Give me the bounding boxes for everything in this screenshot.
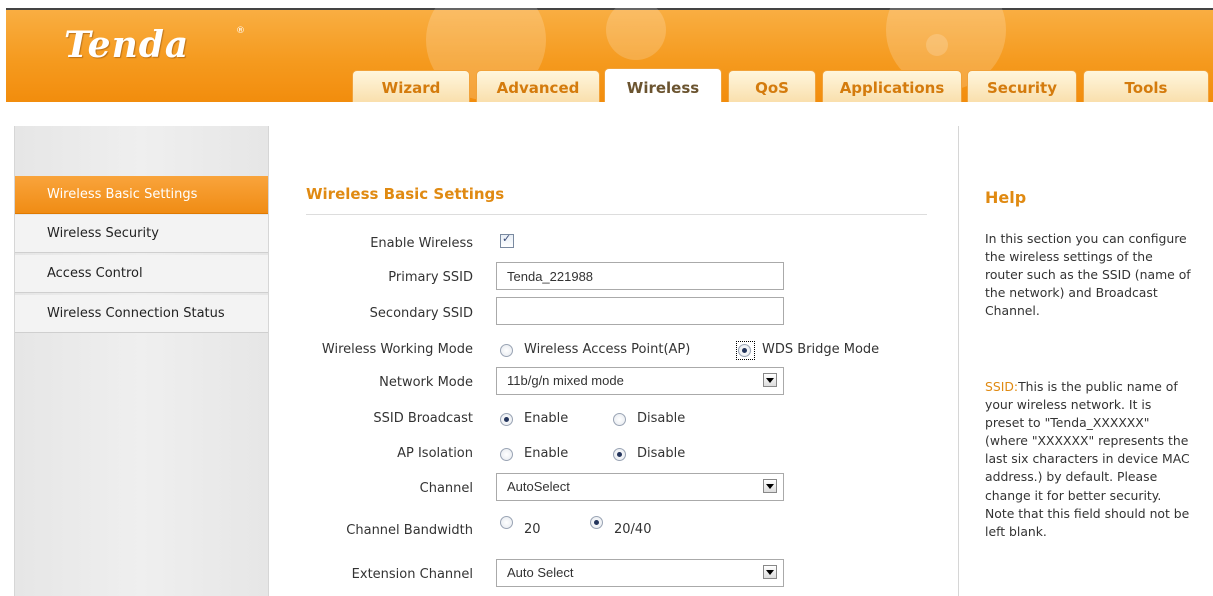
ssid-broadcast-label: SSID Broadcast	[373, 411, 473, 426]
channel-bandwidth-label: Channel Bandwidth	[346, 523, 473, 538]
tab-wizard[interactable]: Wizard	[352, 70, 470, 104]
working-mode-wds-radio[interactable]	[738, 344, 751, 357]
sidebar: Wireless Basic Settings Wireless Securit…	[14, 126, 269, 596]
network-mode-select[interactable]: 11b/g/n mixed mode	[496, 367, 784, 395]
help-ssid-key: SSID:	[985, 379, 1019, 394]
tab-tools[interactable]: Tools	[1083, 70, 1209, 104]
extension-channel-label: Extension Channel	[351, 567, 473, 582]
ap-isolation-disable-label[interactable]: Disable	[637, 446, 685, 461]
ssid-broadcast-enable-label[interactable]: Enable	[524, 411, 568, 426]
network-mode-label: Network Mode	[379, 375, 473, 390]
ssid-broadcast-disable-radio[interactable]	[613, 413, 626, 426]
network-mode-value: 11b/g/n mixed mode	[507, 373, 624, 388]
extension-channel-value: Auto Select	[507, 565, 574, 580]
working-mode-ap-radio[interactable]	[500, 344, 513, 357]
ssid-broadcast-disable-label[interactable]: Disable	[637, 411, 685, 426]
header-decoration	[926, 34, 948, 56]
channel-select[interactable]: AutoSelect	[496, 473, 784, 501]
tab-advanced[interactable]: Advanced	[476, 70, 600, 104]
ap-isolation-label: AP Isolation	[397, 446, 473, 461]
chevron-down-icon[interactable]	[763, 373, 777, 387]
enable-wireless-checkbox[interactable]	[500, 232, 514, 248]
bandwidth-20-label[interactable]: 20	[524, 522, 541, 537]
help-ssid-text: SSID:This is the public name of your wir…	[985, 378, 1191, 541]
working-mode-label: Wireless Working Mode	[321, 342, 473, 357]
section-divider	[306, 214, 927, 215]
help-title: Help	[985, 188, 1027, 207]
secondary-ssid-input[interactable]	[496, 297, 784, 325]
primary-ssid-label: Primary SSID	[388, 270, 473, 285]
secondary-ssid-label: Secondary SSID	[369, 306, 473, 321]
chevron-down-icon[interactable]	[763, 479, 777, 493]
tab-security[interactable]: Security	[967, 70, 1077, 104]
working-mode-wds-label[interactable]: WDS Bridge Mode	[762, 342, 879, 357]
ap-isolation-enable-radio[interactable]	[500, 448, 513, 461]
header-decoration	[606, 0, 666, 60]
sidebar-item-wireless-security[interactable]: Wireless Security	[15, 215, 268, 253]
channel-label: Channel	[419, 481, 473, 496]
tab-wireless[interactable]: Wireless	[604, 68, 722, 105]
channel-value: AutoSelect	[507, 479, 570, 494]
ssid-broadcast-enable-radio[interactable]	[500, 413, 513, 426]
ap-isolation-disable-radio[interactable]	[613, 448, 626, 461]
tenda-logo: Tenda	[64, 24, 190, 66]
sidebar-item-access-control[interactable]: Access Control	[15, 255, 268, 293]
extension-channel-select[interactable]: Auto Select	[496, 559, 784, 587]
help-intro-text: In this section you can configure the wi…	[985, 231, 1191, 319]
sidebar-item-wireless-basic-settings[interactable]: Wireless Basic Settings	[15, 176, 268, 214]
primary-ssid-input[interactable]	[496, 262, 784, 290]
bandwidth-20-40-label[interactable]: 20/40	[614, 522, 651, 537]
help-ssid-description: This is the public name of your wireless…	[985, 379, 1190, 539]
bandwidth-20-40-radio[interactable]	[590, 516, 603, 529]
ap-isolation-enable-label[interactable]: Enable	[524, 446, 568, 461]
tab-qos[interactable]: QoS	[728, 70, 816, 104]
bandwidth-20-radio[interactable]	[500, 516, 513, 529]
header-bar: Tenda ® Wizard Advanced Wireless QoS App…	[6, 0, 1213, 105]
tab-applications[interactable]: Applications	[822, 70, 962, 104]
chevron-down-icon[interactable]	[763, 565, 777, 579]
registered-mark: ®	[236, 26, 245, 36]
enable-wireless-label: Enable Wireless	[370, 236, 473, 251]
working-mode-ap-label[interactable]: Wireless Access Point(AP)	[524, 342, 690, 357]
section-title: Wireless Basic Settings	[306, 185, 505, 203]
sidebar-item-wireless-connection-status[interactable]: Wireless Connection Status	[15, 295, 268, 333]
